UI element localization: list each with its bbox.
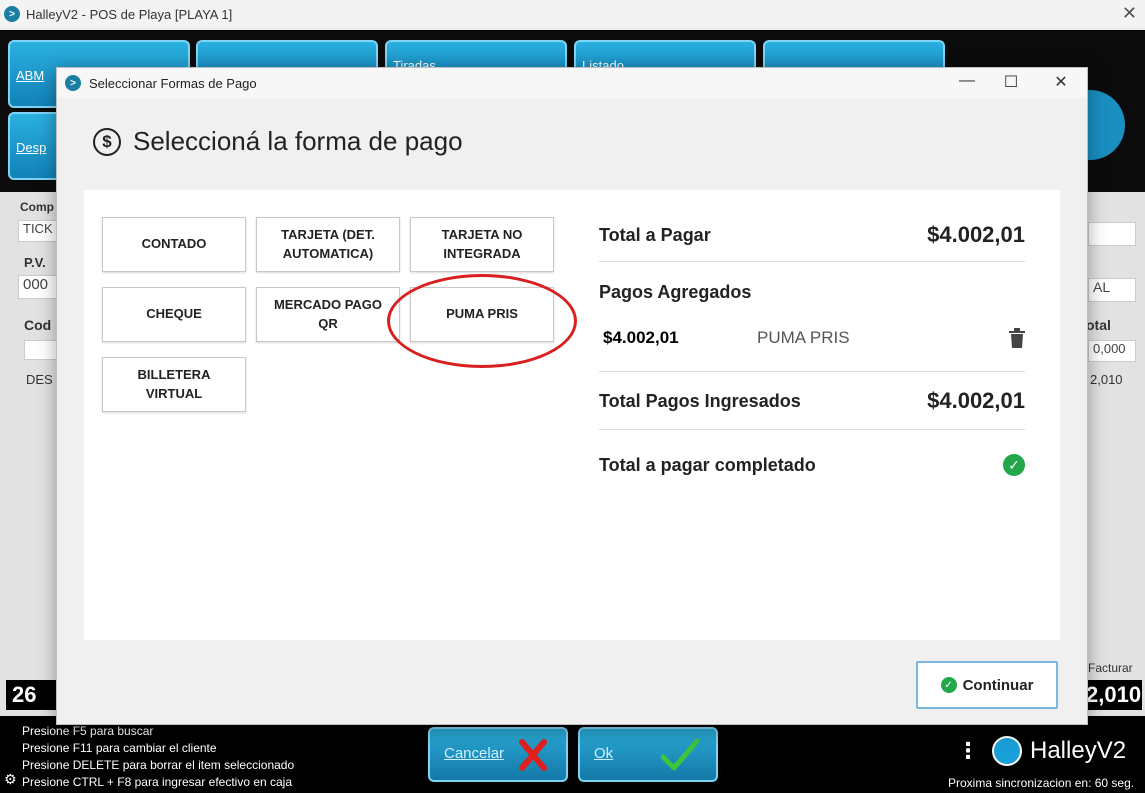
check-circle-icon: ✓ <box>1003 454 1025 476</box>
separator <box>599 371 1025 372</box>
dialog-title: Seleccionar Formas de Pago <box>89 75 257 91</box>
cod-label: Cod <box>24 317 52 333</box>
total-a-pagar-label: Total a Pagar <box>599 224 711 245</box>
app-titlebar: > HalleyV2 - POS de Playa [PLAYA 1] ✕ <box>0 0 1145 28</box>
app-logo-icon: > <box>4 6 20 22</box>
pago-amount: $4.002,01 <box>603 328 679 347</box>
pay-billetera-virtual-button[interactable]: BILLETERA VIRTUAL <box>102 357 246 412</box>
big-left-number: 26 <box>6 680 56 710</box>
red-x-icon <box>519 739 547 771</box>
value-field-1: 0,000 <box>1088 340 1136 362</box>
maximize-icon[interactable]: ☐ <box>999 72 1023 92</box>
hint-ctrl-f8: Presione CTRL + F8 para ingresar efectiv… <box>22 775 293 789</box>
pay-tarjeta-no-integrada-button[interactable]: TARJETA NO INTEGRADA <box>410 217 554 272</box>
pay-cheque-button[interactable]: CHEQUE <box>102 287 246 342</box>
separator <box>599 261 1025 262</box>
payment-dialog: > Seleccionar Formas de Pago — ☐ ✕ $ Sel… <box>56 67 1088 725</box>
hint-delete: Presione DELETE para borrar el item sele… <box>22 758 295 772</box>
pago-name: PUMA PRIS <box>757 328 850 347</box>
total-ingresados-label: Total Pagos Ingresados <box>599 390 801 411</box>
right-field-1[interactable] <box>1088 222 1136 246</box>
pay-mercado-pago-qr-button[interactable]: MERCADO PAGO QR <box>256 287 400 342</box>
pagos-agregados-row: Pagos Agregados <box>599 282 1025 303</box>
right-background-panel <box>1085 192 1145 712</box>
dialog-titlebar: > Seleccionar Formas de Pago — ☐ ✕ <box>57 68 1087 98</box>
continue-label: Continuar <box>962 676 1034 694</box>
hint-f5: Presione F5 para buscar <box>22 724 154 738</box>
pay-tarjeta-auto-button[interactable]: TARJETA (DET. AUTOMATICA) <box>256 217 400 272</box>
completado-row: Total a pagar completado ✓ <box>599 454 1025 476</box>
continue-button[interactable]: ✓ Continuar <box>916 661 1058 709</box>
left-background-panel <box>0 192 60 712</box>
total-a-pagar-row: Total a Pagar $4.002,01 <box>599 222 1025 248</box>
pagos-agregados-label: Pagos Agregados <box>599 282 752 302</box>
dollar-icon: $ <box>93 127 121 156</box>
heading-text: Seleccioná la forma de pago <box>133 126 463 156</box>
pv-label: P.V. <box>24 255 46 270</box>
trash-icon[interactable] <box>1009 328 1025 348</box>
dialog-logo-icon: > <box>65 75 81 91</box>
tick-field[interactable]: TICK <box>18 220 58 242</box>
total-label: otal <box>1086 317 1111 333</box>
des-text: DES <box>26 372 53 387</box>
pay-contado-button[interactable]: CONTADO <box>102 217 246 272</box>
hint-f11: Presione F11 para cambiar el cliente <box>22 741 217 755</box>
brand-name: HalleyV2 <box>1030 737 1127 764</box>
app-title: HalleyV2 - POS de Playa [PLAYA 1] <box>26 6 233 22</box>
pv-field[interactable]: 000 <box>18 275 58 299</box>
comp-label: Comp <box>20 200 54 214</box>
dialog-heading: $ Seleccioná la forma de pago <box>93 126 463 157</box>
halley-logo-icon <box>992 736 1022 766</box>
app-close-icon[interactable]: ✕ <box>1122 3 1137 24</box>
minimize-icon[interactable]: — <box>955 72 979 90</box>
total-ingresados-row: Total Pagos Ingresados $4.002,01 <box>599 388 1025 414</box>
content-panel: CONTADO TARJETA (DET. AUTOMATICA) TARJET… <box>84 190 1060 640</box>
pay-puma-pris-button[interactable]: PUMA PRIS <box>410 287 554 342</box>
completado-label: Total a pagar completado <box>599 454 816 475</box>
al-field[interactable]: AL <box>1088 278 1136 302</box>
brand-logo: HalleyV2 <box>992 736 1126 766</box>
close-icon[interactable]: ✕ <box>1049 72 1073 92</box>
check-circle-icon: ✓ <box>940 677 957 693</box>
cancel-button[interactable]: Cancelar <box>428 727 568 782</box>
total-a-pagar-value: $4.002,01 <box>927 222 1025 247</box>
value-text-2: 2,010 <box>1090 372 1123 387</box>
cod-field[interactable] <box>24 340 58 360</box>
facturar-label: Facturar <box>1088 661 1133 675</box>
pago-item: $4.002,01 PUMA PRIS <box>603 328 1025 352</box>
big-right-number: 2,010 <box>1080 680 1142 710</box>
separator <box>599 429 1025 430</box>
kebab-menu-icon[interactable]: ⋮ <box>957 738 979 764</box>
gear-icon[interactable]: ⚙ <box>4 771 17 788</box>
green-check-icon <box>660 738 700 771</box>
ok-button[interactable]: Ok <box>578 727 718 782</box>
total-ingresados-value: $4.002,01 <box>927 388 1025 413</box>
sync-status: Proxima sincronizacion en: 60 seg. <box>948 776 1135 790</box>
